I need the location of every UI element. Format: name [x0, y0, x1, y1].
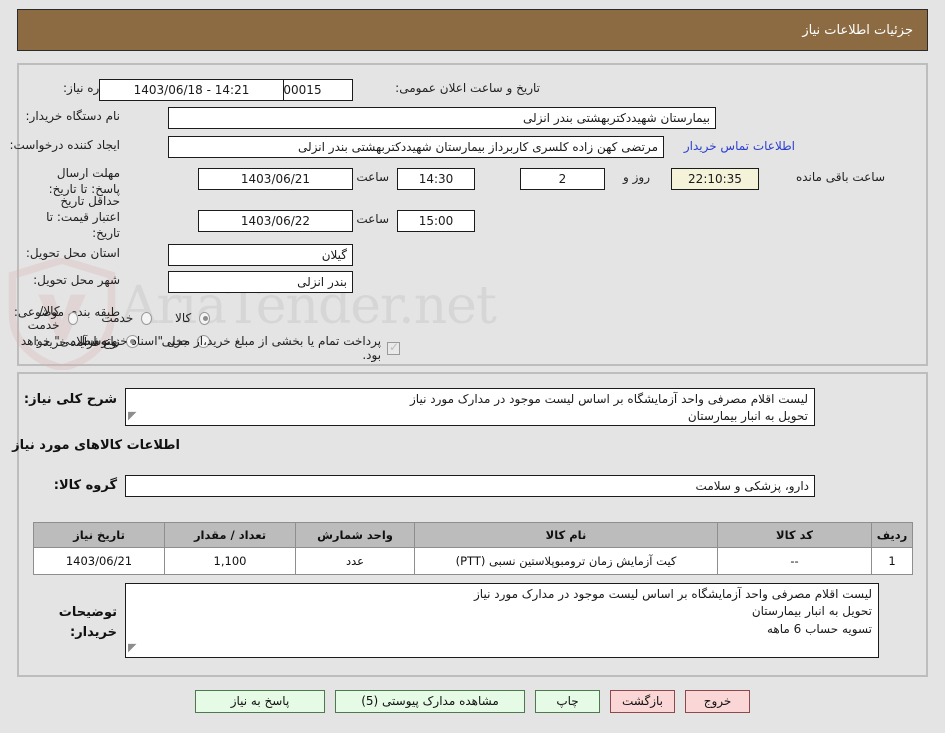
creator-label: ایجاد کننده درخواست: [9, 138, 120, 152]
radio-category-0[interactable] [199, 311, 210, 325]
deadline-time-value: 14:30 [397, 168, 475, 190]
radio-category-1-label: خدمت [101, 311, 134, 325]
col-code: کد کالا [717, 522, 872, 548]
page-header: جزئیات اطلاعات نیاز [17, 9, 928, 51]
buyer-contact-link[interactable]: اطلاعات تماس خریدار [684, 139, 795, 153]
action-button-bar: خروج بازگشت چاپ مشاهده مدارک پیوستی (5) … [0, 686, 945, 716]
radio-category-2[interactable] [67, 311, 79, 325]
print-button[interactable]: چاپ [535, 689, 600, 713]
remaining-days-value: 2 [520, 168, 605, 190]
col-name: نام کالا [414, 522, 718, 548]
cell-date: 1403/06/21 [33, 547, 165, 575]
validity-date-value: 1403/06/22 [198, 210, 353, 232]
validity-time-value: 15:00 [397, 210, 475, 232]
goods-table: ردیف کد کالا نام کالا واحد شمارش تعداد /… [33, 522, 913, 575]
exit-button[interactable]: خروج [685, 689, 750, 713]
city-row: شهر محل تحویل: [33, 272, 120, 288]
table-row: 1 -- کیت آزمایش زمان ترومبوپلاستین نسبی … [33, 547, 913, 575]
col-quantity: تعداد / مقدار [164, 522, 296, 548]
summary-textarea[interactable]: لیست اقلام مصرفی واحد آزمایشگاه بر اساس … [125, 388, 815, 426]
respond-to-need-button[interactable]: پاسخ به نیاز [195, 689, 325, 713]
table-header-row: ردیف کد کالا نام کالا واحد شمارش تعداد /… [33, 522, 913, 548]
announce-date-value: 14:21 - 1403/06/18 [99, 79, 284, 101]
creator-row: ایجاد کننده درخواست: [9, 137, 120, 153]
cell-unit: عدد [295, 547, 415, 575]
buyer-notes-value: لیست اقلام مصرفی واحد آزمایشگاه بر اساس … [474, 587, 872, 636]
countdown-timer: 22:10:35 [671, 168, 759, 190]
treasury-note-text: پرداخت تمام یا بخشی از مبلغ خرید،از محل … [20, 334, 382, 362]
creator-value: مرتضی کهن زاده کلسری کاربرداز بیمارستان … [168, 136, 664, 158]
buyer-org-value: بیمارستان شهیددکتربهشتی بندر انزلی [168, 107, 716, 129]
page-title: جزئیات اطلاعات نیاز [802, 22, 913, 38]
deadline-hour-label: ساعت [356, 170, 389, 184]
category-radio-group: کالا خدمت کالا/خدمت [0, 304, 210, 332]
treasury-bonds-checkbox[interactable] [387, 340, 400, 355]
remaining-days-suffix: روز و [623, 170, 650, 184]
validity-label: حداقل تاریخ اعتبار قیمت: تا تاریخ: [46, 194, 120, 241]
remaining-hours-suffix: ساعت باقی مانده [795, 170, 885, 184]
buyer-org-row: نام دستگاه خریدار: [26, 108, 121, 124]
cell-quantity: 1,100 [164, 547, 296, 575]
radio-category-2-label: کالا/خدمت [27, 304, 60, 332]
buyer-notes-resize-grip[interactable]: ◥ [128, 640, 136, 656]
city-label: شهر محل تحویل: [33, 273, 120, 287]
back-button[interactable]: بازگشت [610, 689, 675, 713]
page-root: جزئیات اطلاعات نیاز AriaTender.net شماره… [0, 0, 945, 733]
col-row: ردیف [871, 522, 913, 548]
cell-name: کیت آزمایش زمان ترومبوپلاستین نسبی (PTT) [414, 547, 718, 575]
summary-label: شرح کلی نیاز: [23, 392, 117, 407]
treasury-note-wrap: پرداخت تمام یا بخشی از مبلغ خرید،از محل … [0, 334, 400, 362]
radio-category-0-label: کالا [175, 311, 192, 325]
validity-row: حداقل تاریخ اعتبار قیمت: تا تاریخ: [45, 193, 120, 242]
summary-resize-grip[interactable]: ◥ [128, 408, 136, 424]
validity-hour-label: ساعت [356, 212, 389, 226]
deadline-date-value: 1403/06/21 [198, 168, 353, 190]
cell-row: 1 [871, 547, 913, 575]
view-attachments-button[interactable]: مشاهده مدارک پیوستی (5) [335, 689, 525, 713]
goods-group-label: گروه کالا: [53, 478, 117, 493]
province-value: گیلان [168, 244, 353, 266]
announce-date-label: تاریخ و ساعت اعلان عمومی: [395, 81, 540, 95]
radio-category-1[interactable] [141, 311, 153, 325]
col-unit: واحد شمارش [295, 522, 415, 548]
buyer-notes-label: توضیحات خریدار: [58, 605, 117, 640]
city-value: بندر انزلی [168, 271, 353, 293]
goods-group-value: دارو، پزشکی و سلامت [125, 475, 815, 497]
announce-label-wrap: تاریخ و ساعت اعلان عمومی: [395, 80, 540, 96]
cell-code: -- [717, 547, 872, 575]
goods-section-heading: اطلاعات کالاهای مورد نیاز [12, 438, 180, 453]
province-label: استان محل تحویل: [25, 246, 120, 260]
province-row: استان محل تحویل: [26, 245, 120, 261]
summary-value: لیست اقلام مصرفی واحد آزمایشگاه بر اساس … [410, 392, 808, 424]
buyer-org-label: نام دستگاه خریدار: [25, 109, 121, 123]
col-date: تاریخ نیاز [33, 522, 165, 548]
buyer-notes-textarea[interactable]: لیست اقلام مصرفی واحد آزمایشگاه بر اساس … [125, 583, 879, 658]
